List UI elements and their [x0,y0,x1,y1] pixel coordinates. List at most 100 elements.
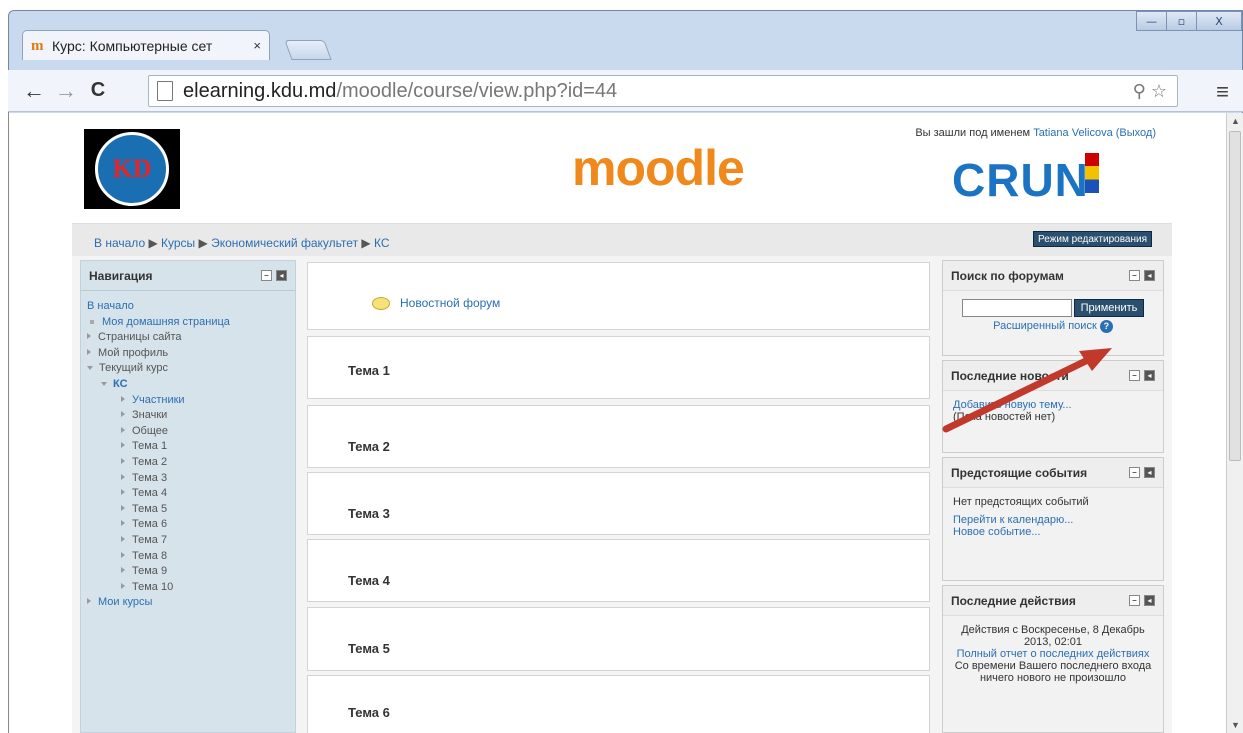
maximize-button[interactable]: ▫ [1166,11,1197,31]
block-title: Навигация [89,268,153,283]
tab-title: Курс: Компьютерные сет [52,37,213,54]
scroll-up-icon[interactable]: ▲ [1231,116,1240,126]
collapse-icon[interactable]: – [1129,370,1140,381]
nav-course-item[interactable]: Тема 1 [121,439,295,455]
forum-section: Новостной форум [307,262,930,330]
scrollbar-thumb[interactable] [1229,131,1241,461]
reload-icon[interactable]: C [82,79,114,102]
nav-my-home[interactable]: Моя домашняя страница [102,316,230,328]
section-title[interactable]: Тема 3 [348,506,390,521]
search-apply-button[interactable]: Применить [1073,299,1145,317]
dock-icon[interactable]: ◂ [1144,467,1155,478]
advanced-search-link[interactable]: Расширенный поиск [993,320,1097,332]
kdu-logo[interactable]: KD [84,129,180,209]
chrome-menu-icon[interactable]: ≡ [1216,79,1229,105]
block-title: Поиск по форумам [951,268,1064,283]
section-title[interactable]: Тема 4 [348,573,390,588]
page-icon [157,81,173,101]
nav-site-pages[interactable]: Страницы сайта [98,331,182,343]
url-host: elearning.kdu.md [183,79,337,102]
back-icon[interactable]: ← [18,78,50,104]
course-section: Тема 3 [307,472,930,535]
moodle-page: KD moodle Вы зашли под именем Tatiana Ve… [72,113,1172,733]
navigation-tree: В начало Моя домашняя страница Страницы … [81,291,295,611]
breadcrumb-courses[interactable]: Курсы [161,236,195,250]
dock-icon[interactable]: ◂ [276,270,287,281]
nav-course-item[interactable]: Тема 2 [121,455,295,471]
nav-course-item[interactable]: Тема 8 [121,549,295,565]
moodle-logo[interactable]: moodle [572,139,745,197]
crun-logo[interactable]: CRUN [952,153,1099,207]
new-event-link[interactable]: Новое событие... [953,526,1041,538]
nav-course-item[interactable]: Тема 9 [121,564,295,580]
user-link[interactable]: Tatiana Velicova [1033,127,1113,139]
dock-icon[interactable]: ◂ [1144,370,1155,381]
tab-close-icon[interactable]: × [253,38,261,53]
no-news-text: (Пока новостей нет) [953,411,1056,423]
section-title[interactable]: Тема 6 [348,705,390,720]
add-topic-link[interactable]: Добавить новую тему... [953,399,1072,411]
edit-mode-button[interactable]: Режим редактирования [1033,231,1152,247]
nav-my-profile[interactable]: Мой профиль [98,347,168,359]
login-info: Вы зашли под именем Tatiana Velicova (Вы… [915,127,1156,139]
section-title[interactable]: Тема 5 [348,641,390,656]
nav-course-item[interactable]: Тема 4 [121,486,295,502]
nav-my-courses[interactable]: Мои курсы [98,596,152,608]
zoom-icon[interactable]: ⚲ [1133,81,1146,101]
breadcrumb-home[interactable]: В начало [94,236,145,250]
bookmark-star-icon[interactable]: ☆ [1151,81,1167,101]
minimize-button[interactable]: — [1136,11,1167,31]
section-title[interactable]: Тема 1 [348,363,390,378]
logout-link[interactable]: (Выход) [1116,127,1156,139]
vertical-scrollbar[interactable]: ▲ ▼ [1226,113,1243,733]
nav-course[interactable]: КС [113,378,128,390]
activity-since: Действия с Воскресенье, 8 Декабрь 2013, … [961,624,1145,648]
calendar-link[interactable]: Перейти к календарю... [953,514,1073,526]
collapse-icon[interactable]: – [1129,595,1140,606]
help-icon[interactable]: ? [1099,320,1113,333]
nav-course-item[interactable]: Значки [121,408,295,424]
flag-icon [1084,153,1099,193]
nav-course-item[interactable]: Тема 6 [121,517,295,533]
search-forums-block: Поиск по форумам – ◂ Применить Расширенный… [942,260,1164,356]
dock-icon[interactable]: ◂ [1144,270,1155,281]
navigation-block: Навигация – ◂ В начало Моя домашняя страни… [80,260,296,733]
new-tab-button[interactable] [284,40,332,60]
full-report-link[interactable]: Полный отчет о последних действиях [957,648,1150,660]
breadcrumb-faculty[interactable]: Экономический факультет [211,236,358,250]
forward-icon[interactable]: → [50,78,82,104]
site-header: KD moodle Вы зашли под именем Tatiana Ve… [72,113,1172,223]
browser-tab[interactable]: m Курс: Компьютерные сет × [22,30,270,60]
forum-icon [372,296,390,310]
address-bar[interactable]: elearning.kdu.md/moodle/course/view.php?… [148,75,1178,107]
block-title: Предстоящие события [951,465,1088,480]
nav-course-item[interactable]: Участники [121,393,295,409]
nav-course-item[interactable]: Общее [121,424,295,440]
nothing-new-text: Со времени Вашего последнего входа ничег… [954,660,1152,684]
collapse-icon[interactable]: – [1129,467,1140,478]
course-section: Тема 1 [307,336,930,399]
nav-course-item[interactable]: Тема 3 [121,471,295,487]
events-block: Предстоящие события – ◂ Нет предстоящих со… [942,457,1164,581]
search-input[interactable] [961,299,1072,317]
course-section: Тема 6 [307,675,930,733]
news-forum-link[interactable]: Новостной форум [400,296,500,310]
breadcrumb: В начало ▶ Курсы ▶ Экономический факульт… [72,223,1172,256]
scroll-down-icon[interactable]: ▼ [1231,720,1240,730]
nav-course-item[interactable]: Тема 5 [121,502,295,518]
collapse-icon[interactable]: – [1129,270,1140,281]
collapse-icon[interactable]: – [261,270,272,281]
nav-home[interactable]: В начало [87,299,295,315]
nav-course-item[interactable]: Тема 7 [121,533,295,549]
section-title[interactable]: Тема 2 [348,439,390,454]
breadcrumb-course[interactable]: КС [374,236,390,250]
recent-activity-block: Последние действия – ◂ Действия с Воскресе… [942,585,1164,733]
top-strip [0,0,1243,10]
nav-current-course[interactable]: Текущий курс [99,362,168,374]
nav-course-item[interactable]: Тема 10 [121,580,295,596]
dock-icon[interactable]: ◂ [1144,595,1155,606]
block-title: Последние новости [951,368,1069,383]
close-window-button[interactable]: X [1196,11,1242,31]
course-section: Тема 5 [307,607,930,671]
browser-toolbar: ← → C elearning.kdu.md/moodle/course/vie… [8,70,1243,112]
